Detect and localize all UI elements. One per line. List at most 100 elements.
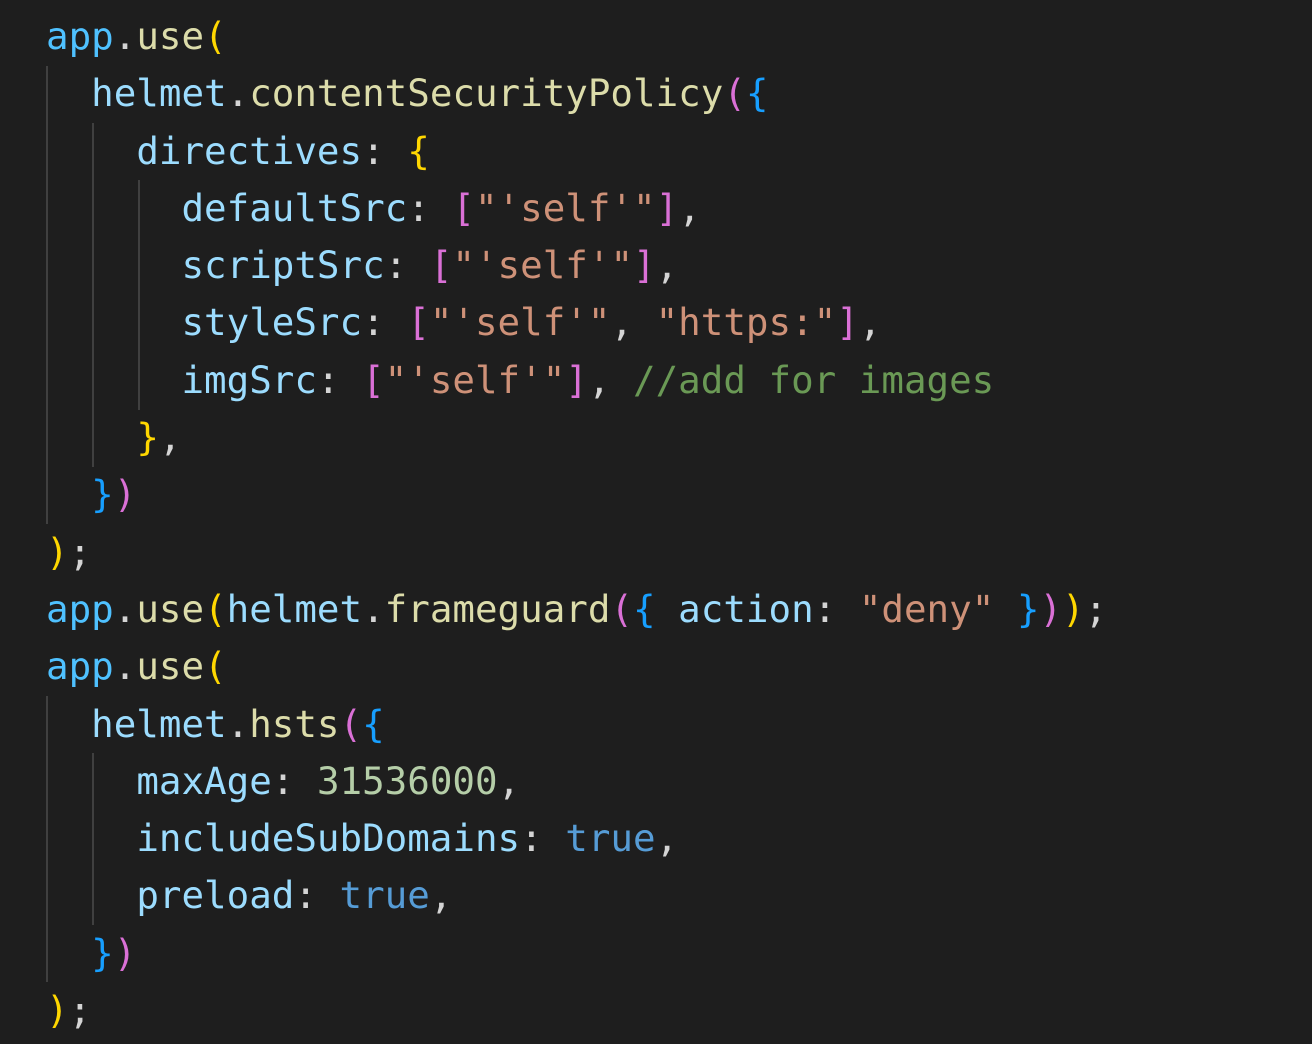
code-token-bracket-pink: ( [723, 71, 746, 116]
code-token-default: : [294, 873, 340, 918]
code-token-bracket-gold: ) [46, 529, 69, 574]
code-token-default [46, 71, 91, 115]
code-line[interactable]: maxAge: 31536000, [46, 753, 1107, 810]
code-token-property: helmet [91, 71, 227, 116]
code-token-variable: app [46, 644, 114, 689]
code-token-bracket-gold: ( [204, 586, 227, 631]
code-token-bracket-blue: } [91, 472, 114, 517]
code-line[interactable]: imgSrc: ["'self'"], //add for images [46, 352, 1107, 409]
code-token-property: defaultSrc [181, 185, 408, 230]
code-line[interactable]: helmet.hsts({ [46, 696, 1107, 753]
code-line[interactable]: directives: { [46, 123, 1107, 180]
code-line[interactable]: defaultSrc: ["'self'"], [46, 180, 1107, 237]
code-token-keyword: true [565, 816, 656, 861]
code-line[interactable]: includeSubDomains: true, [46, 810, 1107, 867]
code-token-string: "'self'" [384, 357, 566, 402]
code-token-default: , [158, 415, 182, 460]
code-token-default: : [271, 758, 317, 803]
code-line[interactable]: scriptSrc: ["'self'"], [46, 237, 1107, 294]
code-token-default [46, 415, 136, 459]
code-token-default: ; [68, 529, 92, 574]
code-content[interactable]: app.use( helmet.contentSecurityPolicy({ … [46, 8, 1107, 1039]
code-token-default [46, 186, 181, 230]
code-token-bracket-pink: ] [655, 185, 679, 230]
code-token-bracket-pink: [ [452, 185, 475, 230]
code-token-bracket-pink: ) [113, 930, 137, 975]
code-token-function: use [136, 586, 205, 631]
code-token-default [46, 816, 136, 860]
code-line[interactable]: preload: true, [46, 867, 1107, 924]
code-token-default: . [113, 14, 137, 58]
code-line[interactable]: ); [46, 982, 1107, 1039]
code-token-default: , [858, 300, 882, 345]
code-token-default: . [113, 586, 137, 631]
code-token-default: : [520, 816, 566, 861]
code-token-bracket-pink: [ [429, 243, 453, 288]
code-token-property: styleSrc [181, 300, 363, 345]
code-token-function: hsts [249, 701, 340, 746]
code-editor[interactable]: app.use( helmet.contentSecurityPolicy({ … [0, 0, 1312, 1044]
code-token-bracket-gold: } [136, 415, 159, 460]
code-line[interactable]: }, [46, 409, 1107, 466]
code-line[interactable]: helmet.contentSecurityPolicy({ [46, 65, 1107, 122]
code-token-keyword: true [339, 873, 430, 918]
code-token-default [46, 358, 181, 402]
code-token-default: , [655, 243, 679, 288]
code-token-bracket-gold: ( [204, 14, 227, 58]
code-token-default: : [407, 185, 453, 230]
code-token-property: includeSubDomains [136, 816, 521, 861]
code-token-default [46, 873, 136, 917]
code-token-default [46, 472, 91, 516]
code-token-default: : [362, 300, 408, 345]
code-token-function: contentSecurityPolicy [249, 71, 724, 116]
code-token-bracket-pink: ) [113, 472, 137, 517]
code-token-function: frameguard [384, 586, 611, 631]
code-token-default: . [226, 701, 250, 746]
code-token-function: use [136, 14, 205, 58]
code-token-default [46, 129, 136, 173]
code-token-comment: //add for images [633, 357, 995, 402]
code-token-default: : [813, 586, 859, 631]
code-line[interactable]: }) [46, 925, 1107, 982]
code-token-bracket-blue: { [633, 586, 656, 631]
code-token-default: : [362, 128, 408, 173]
code-token-default [46, 931, 91, 975]
code-line[interactable]: }) [46, 466, 1107, 523]
code-token-string: "https:" [655, 300, 837, 345]
code-token-bracket-pink: ] [565, 357, 588, 402]
code-token-default [46, 300, 181, 344]
code-token-default: , [497, 758, 521, 803]
code-token-bracket-blue: { [745, 71, 769, 116]
code-token-default [46, 243, 181, 287]
code-line[interactable]: app.use( [46, 8, 1107, 65]
code-token-default: , [610, 300, 656, 345]
code-line[interactable]: ); [46, 524, 1107, 581]
code-token-function: use [136, 644, 205, 689]
code-token-default [46, 759, 136, 803]
code-token-bracket-gold: ( [204, 644, 227, 689]
code-line[interactable]: app.use(helmet.frameguard({ action: "den… [46, 581, 1107, 638]
code-token-property: directives [136, 128, 363, 173]
code-token-bracket-blue: { [362, 701, 385, 746]
code-token-string: "'self'" [474, 185, 656, 230]
code-token-default: . [362, 586, 385, 631]
code-token-bracket-pink: ] [633, 243, 656, 288]
code-token-default: : [316, 357, 363, 402]
code-token-default [994, 587, 1017, 631]
code-token-default: . [113, 644, 137, 689]
code-token-bracket-pink: ( [610, 586, 634, 631]
code-token-string: "'self'" [429, 300, 611, 345]
code-token-number: 31536000 [316, 758, 498, 803]
code-token-property: action [655, 586, 814, 631]
code-token-default: ; [68, 988, 92, 1033]
code-token-property: maxAge [136, 758, 272, 803]
code-token-variable: app [46, 14, 114, 58]
code-token-property: scriptSrc [181, 243, 385, 288]
code-token-string: "'self'" [452, 243, 634, 288]
code-token-default: , [678, 185, 701, 230]
code-line[interactable]: app.use( [46, 638, 1107, 695]
code-token-property: preload [136, 873, 295, 918]
code-token-bracket-pink: [ [362, 357, 385, 402]
code-line[interactable]: styleSrc: ["'self'", "https:"], [46, 294, 1107, 351]
code-token-bracket-gold: ) [1062, 586, 1085, 631]
